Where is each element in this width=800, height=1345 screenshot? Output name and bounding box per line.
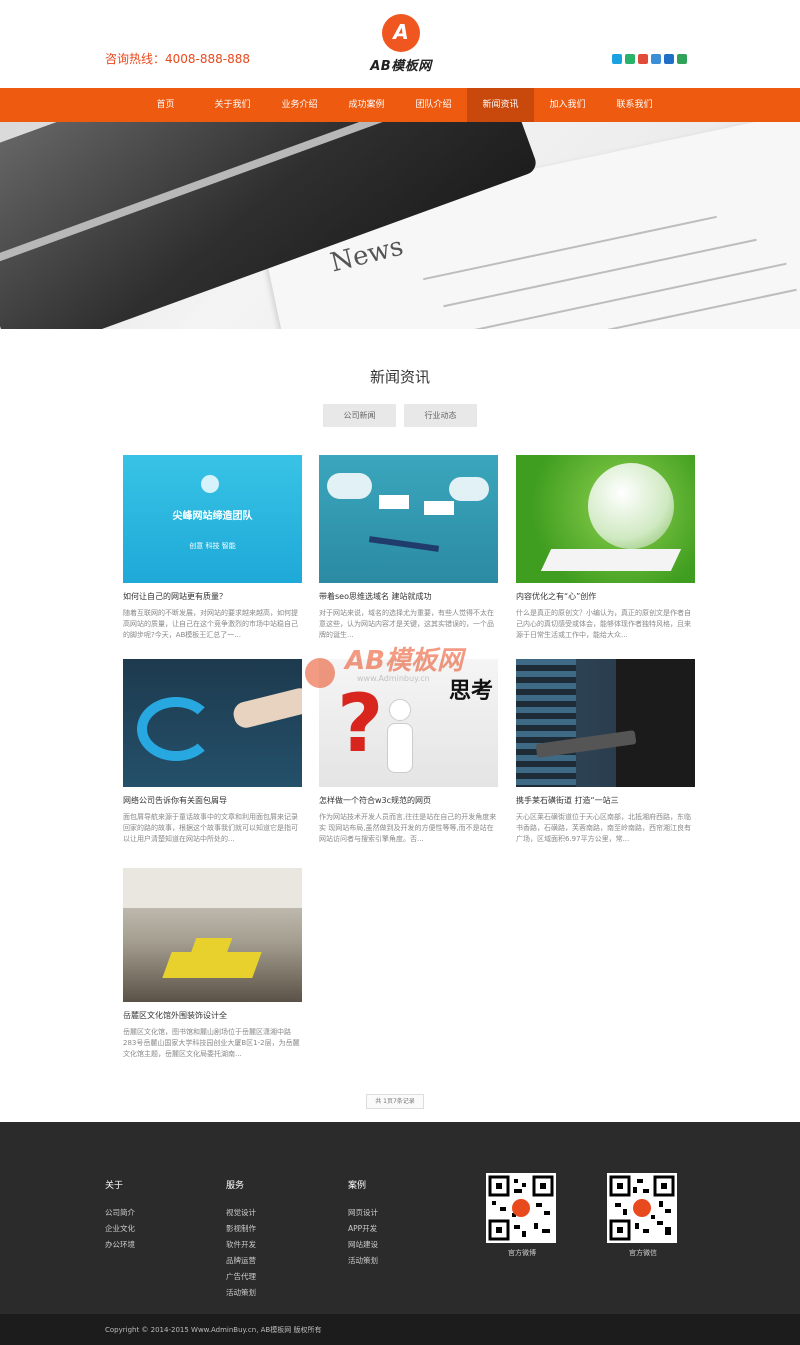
news-title[interactable]: 内容优化之有“心”创作 [516,591,695,603]
news-card[interactable]: 岳麓区文化馆外围装饰设计全 岳麓区文化馆，图书馆和麓山剧场位于岳麓区潇湘中路28… [123,868,302,1060]
footer-link[interactable]: 网站建设 [348,1237,378,1253]
site-header: 咨询热线：4008-888-888 A AB模板网 [0,0,800,88]
news-thumbnail[interactable] [516,659,695,787]
pagination[interactable]: 共 1页7条记录 [366,1094,424,1109]
news-thumbnail[interactable]: 尖峰网站缔造团队 创意 科技 智能 [123,455,302,583]
footer-link[interactable]: 企业文化 [105,1221,135,1237]
news-card[interactable]: 携手莱石磺街道 打造“一站三 天心区莱石磺街道位于天心区南部，北抵湘府西路，东临… [516,659,695,845]
main-nav: 首页 关于我们 业务介绍 成功案例 团队介绍 新闻资讯 加入我们 联系我们 [0,88,800,122]
footer-link[interactable]: 活动策划 [348,1253,378,1269]
news-card[interactable]: ? 思考 怎样做一个符合w3c规范的网页 作为网站技术开发人员而言,往往是站在自… [319,659,498,845]
logo-text: AB模板网 [370,59,432,74]
hotline-text: 咨询热线：4008-888-888 [105,52,251,66]
footer-link[interactable]: 软件开发 [226,1237,256,1253]
footer-col-cases: 案例 网页设计 APP开发 网站建设 活动策划 [348,1178,378,1269]
share-icon[interactable] [625,54,635,64]
news-excerpt: 什么是真正的原创文？小编认为，真正的原创文是作者自己内心的真切感受或体会，能够体… [516,609,691,639]
news-excerpt: 面包屑导航来源于童话故事中的文章和利用面包屑来记录回家的路的故事，根据这个故事我… [123,813,298,843]
footer-link[interactable]: 影视制作 [226,1221,256,1237]
footer-col-about: 关于 公司简介 企业文化 办公环境 [105,1178,135,1253]
qr-weibo: 官方微博 [486,1173,558,1258]
share-icon[interactable] [664,54,674,64]
news-thumbnail[interactable]: ? 思考 [319,659,498,787]
news-card[interactable]: 内容优化之有“心”创作 什么是真正的原创文？小编认为，真正的原创文是作者自己内心… [516,455,695,641]
news-title[interactable]: 携手莱石磺街道 打造“一站三 [516,795,695,807]
news-banner: News [0,122,800,329]
qr-wechat: 官方微信 [607,1173,679,1258]
nav-item[interactable]: 成功案例 [333,88,400,122]
logo-mark-icon: A [382,14,420,52]
tab-industry-news[interactable]: 行业动态 [404,404,477,427]
footer-link[interactable]: 活动策划 [226,1285,256,1301]
qr-code-icon [607,1173,677,1243]
social-share-bar [612,54,687,64]
nav-item[interactable]: 加入我们 [534,88,601,122]
nav-item[interactable]: 团队介绍 [400,88,467,122]
footer-link[interactable]: 视觉设计 [226,1205,256,1221]
tab-company-news[interactable]: 公司新闻 [323,404,396,427]
nav-item[interactable]: 新闻资讯 [467,88,534,122]
section-title: 新闻资讯 [369,368,430,386]
news-excerpt: 岳麓区文化馆，图书馆和麓山剧场位于岳麓区潇湘中路283号岳麓山国家大学科技园创业… [123,1028,300,1058]
nav-item[interactable]: 联系我们 [601,88,668,122]
news-card[interactable]: 尖峰网站缔造团队 创意 科技 智能 如何让自己的网站更有质量？ 随着互联网的不断… [123,455,302,641]
footer-col-service: 服务 视觉设计 影视制作 软件开发 品牌运营 广告代理 活动策划 [226,1178,256,1301]
news-excerpt: 天心区莱石磺街道位于天心区南部，北抵湘府西路，东临书香路，石磺路，芙蓉南路，南至… [516,813,691,843]
news-excerpt: 随着互联网的不断发展，对网站的要求越来越高，如何提高网站的质量，让自己在这个竞争… [123,609,298,639]
news-excerpt: 作为网站技术开发人员而言,往往是站在自己的开发角度来实 现网站布局,虽然做到及开… [319,813,497,843]
share-icon[interactable] [677,54,687,64]
site-logo[interactable]: A AB模板网 [365,14,437,74]
news-title[interactable]: 怎样做一个符合w3c规范的网页 [319,795,498,807]
footer-bottom-bar: Copyright © 2014-2015 Www.AdminBuy.cn, A… [0,1314,800,1345]
news-thumbnail[interactable] [123,659,302,787]
news-tabs: 公司新闻 行业动态 [323,404,477,427]
share-icon[interactable] [612,54,622,64]
news-thumbnail[interactable] [319,455,498,583]
footer-link[interactable]: APP开发 [348,1221,378,1237]
news-title[interactable]: 岳麓区文化馆外围装饰设计全 [123,1010,302,1022]
share-icon[interactable] [638,54,648,64]
qr-code-icon [486,1173,556,1243]
footer-link[interactable]: 网页设计 [348,1205,378,1221]
footer-link[interactable]: 办公环境 [105,1237,135,1253]
footer-link[interactable]: 品牌运营 [226,1253,256,1269]
news-excerpt: 对于网站来说，域名的选择尤为重要，有些人觉得不太在意这些，认为网站内容才是关键，… [319,609,494,639]
footer-link[interactable]: 广告代理 [226,1269,256,1285]
footer-link[interactable]: 公司简介 [105,1205,135,1221]
share-icon[interactable] [651,54,661,64]
news-card[interactable]: 网络公司告诉你有关面包屑导 面包屑导航来源于童话故事中的文章和利用面包屑来记录回… [123,659,302,845]
nav-item[interactable]: 关于我们 [199,88,266,122]
news-title[interactable]: 如何让自己的网站更有质量？ [123,591,302,603]
news-title[interactable]: 网络公司告诉你有关面包屑导 [123,795,302,807]
news-thumbnail[interactable] [516,455,695,583]
news-thumbnail[interactable] [123,868,302,1002]
news-title[interactable]: 带着seo思维选域名 建站就成功 [319,591,498,603]
copyright-text: Copyright © 2014-2015 Www.AdminBuy.cn, A… [105,1326,322,1334]
news-card[interactable]: 带着seo思维选域名 建站就成功 对于网站来说，域名的选择尤为重要，有些人觉得不… [319,455,498,641]
nav-item[interactable]: 首页 [132,88,199,122]
nav-item[interactable]: 业务介绍 [266,88,333,122]
